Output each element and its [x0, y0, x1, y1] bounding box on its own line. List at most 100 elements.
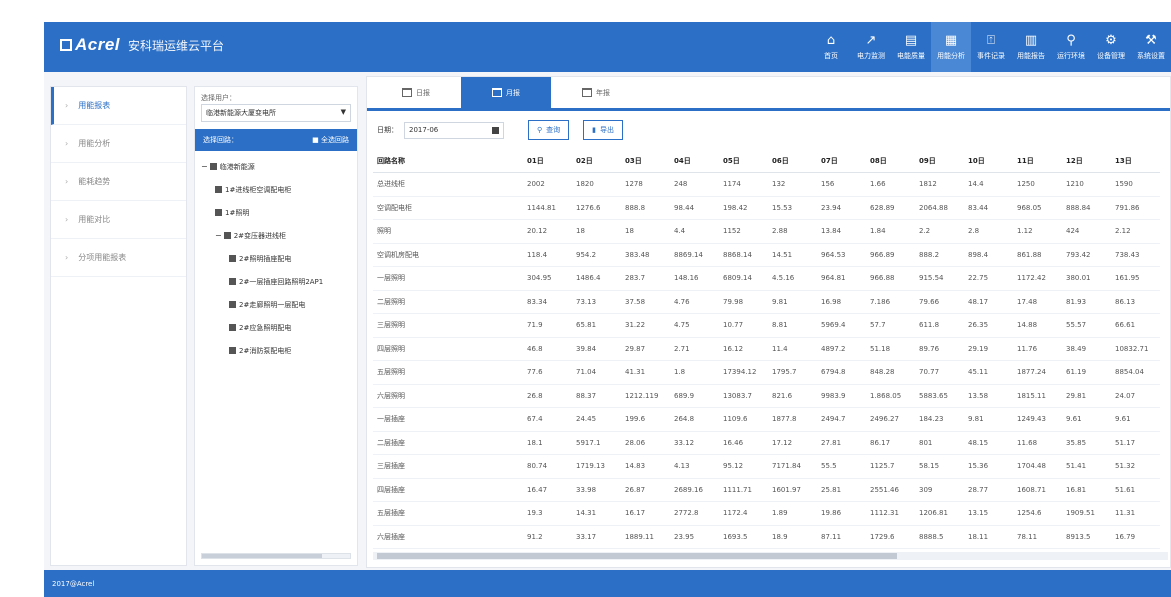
value-cell: 16.81 [1062, 478, 1111, 502]
table-row[interactable]: 空调配电柜 1144.81 1276.6 888.8 98.44 198.42 15.53 2… [373, 196, 1160, 220]
column-header[interactable]: 05日 [719, 149, 768, 173]
table-row[interactable]: 五层照明 77.6 71.04 41.31 1.8 17394.12 1795.7 6794.… [373, 360, 1160, 385]
value-cell: 8913.5 [1062, 525, 1111, 549]
nav-item-4[interactable]: ⍐ 事件记录 [971, 22, 1011, 72]
table-row[interactable]: 一层插座 67.4 24.45 199.6 264.8 1109.6 1877.8 2494.… [373, 407, 1160, 432]
tab-2[interactable]: 年报 [551, 77, 641, 108]
table-row[interactable]: 一层照明 304.95 1486.4 283.7 148.16 6809.14 4.5.16… [373, 266, 1160, 291]
sidebar-item-3[interactable]: › 用能对比 [51, 201, 186, 239]
table-row[interactable]: 二层插座 18.1 5917.1 28.06 33.12 16.46 17.12 27.81 8… [373, 431, 1160, 455]
table-row[interactable]: 空调机房配电 118.4 954.2 383.48 8869.14 8868.14 14.5… [373, 243, 1160, 267]
select-all-circuits-button[interactable]: ■ 全选回路 [312, 135, 349, 145]
user-select[interactable]: 临港新能源大厦变电所 ▼ [201, 104, 351, 122]
table-row[interactable]: 三层照明 71.9 65.81 31.22 4.75 10.77 8.81 5969.4 57.… [373, 313, 1160, 338]
tree-node[interactable]: − 2#变压器进线柜 [195, 224, 357, 247]
scrollbar-thumb[interactable] [377, 553, 897, 559]
nav-icon: ⚲ [1066, 32, 1076, 48]
tree-node[interactable]: 2#照明插座配电 [195, 247, 357, 270]
value-cell: 41.31 [621, 360, 670, 385]
nav-item-8[interactable]: ⚒ 系统设置 [1131, 22, 1171, 72]
value-cell: 793.42 [1062, 243, 1111, 267]
value-cell: 86.13 [1111, 290, 1160, 314]
nav-label: 事件记录 [977, 51, 1005, 60]
tree-horizontal-scrollbar[interactable] [201, 553, 351, 559]
tree-node[interactable]: − 临港新能源 [195, 155, 357, 178]
value-cell: 9983.9 [817, 384, 866, 408]
report-toolbar: 日期： 2017-06 ⚲ 查询 ▮ 导出 [377, 119, 623, 141]
table-row[interactable]: 六层照明 26.8 88.37 1212.119 689.9 13083.7 821.6 99… [373, 384, 1160, 408]
report-table: 回路名称 01日 02日 03日 04日 05日 06日 07日 08日 09日 10日 11日 12日… [373, 149, 1160, 549]
nav-item-0[interactable]: ⌂ 首页 [811, 22, 851, 72]
column-header[interactable]: 04日 [670, 149, 719, 173]
column-header[interactable]: 回路名称 [373, 149, 523, 173]
value-cell: 57.7 [866, 313, 915, 338]
column-header[interactable]: 01日 [523, 149, 572, 173]
table-row[interactable]: 六层插座 91.2 33.17 1889.11 23.95 1693.5 18.9 87.11… [373, 525, 1160, 549]
value-cell: 2002 [523, 172, 572, 197]
value-cell: 67.4 [523, 407, 572, 432]
nav-item-7[interactable]: ⚙ 设备管理 [1091, 22, 1131, 72]
value-cell: 2689.16 [670, 478, 719, 502]
tree-node[interactable]: 2#消防泵配电柜 [195, 339, 357, 362]
table-row[interactable]: 四层照明 46.8 39.84 29.87 2.71 16.12 11.4 4897.2 51.… [373, 337, 1160, 361]
column-header[interactable]: 10日 [964, 149, 1013, 173]
nav-item-3[interactable]: ▦ 用能分析 [931, 22, 971, 72]
value-cell: 148.16 [670, 266, 719, 291]
query-button[interactable]: ⚲ 查询 [528, 120, 570, 140]
tree-node[interactable]: 1#进线柜空调配电柜 [195, 178, 357, 201]
tree-node[interactable]: 2#一层插座回路照明2AP1 [195, 270, 357, 293]
value-cell: 17.48 [1013, 290, 1062, 314]
value-cell: 16.12 [719, 337, 768, 361]
value-cell: 27.81 [817, 431, 866, 455]
nav-item-1[interactable]: ↗ 电力监测 [851, 22, 891, 72]
report-table-wrap[interactable]: 回路名称 01日 02日 03日 04日 05日 06日 07日 08日 09日 10日 11日 12日… [373, 149, 1168, 555]
table-row[interactable]: 四层插座 16.47 33.98 26.87 2689.16 1111.71 1601.97… [373, 478, 1160, 502]
value-cell: 66.61 [1111, 313, 1160, 338]
value-cell: 198.42 [719, 196, 768, 220]
column-header[interactable]: 02日 [572, 149, 621, 173]
scrollbar-thumb[interactable] [202, 554, 322, 558]
report-tabs: 日报 月报 年报 [367, 77, 1170, 111]
column-header[interactable]: 12日 [1062, 149, 1111, 173]
tab-0[interactable]: 日报 [371, 77, 461, 108]
column-header[interactable]: 13日 [1111, 149, 1160, 173]
tree-node[interactable]: 1#照明 [195, 201, 357, 224]
tree-toggle-icon[interactable]: − [215, 231, 222, 240]
value-cell: 26.87 [621, 478, 670, 502]
date-picker[interactable]: 2017-06 [404, 121, 504, 139]
value-cell: 89.76 [915, 337, 964, 361]
sidebar-item-0[interactable]: › 用能报表 [51, 87, 186, 125]
value-cell: 424 [1062, 219, 1111, 244]
column-header[interactable]: 08日 [866, 149, 915, 173]
value-cell: 8869.14 [670, 243, 719, 267]
table-row[interactable]: 照明 20.12 18 18 4.4 1152 2.88 13.84 1.84 2.2 2.8 1.1… [373, 219, 1160, 244]
nav-item-6[interactable]: ⚲ 运行环境 [1051, 22, 1091, 72]
sidebar-item-2[interactable]: › 能耗趋势 [51, 163, 186, 201]
column-header[interactable]: 07日 [817, 149, 866, 173]
column-header[interactable]: 09日 [915, 149, 964, 173]
nav-item-2[interactable]: ▤ 电能质量 [891, 22, 931, 72]
table-row[interactable]: 三层插座 80.74 1719.13 14.83 4.13 95.12 7171.84 55.… [373, 454, 1160, 479]
table-row[interactable]: 五层插座 19.3 14.31 16.17 2772.8 1172.4 1.89 19.86 1… [373, 501, 1160, 526]
tree-node[interactable]: 2#走廊照明一层配电 [195, 293, 357, 316]
column-header[interactable]: 11日 [1013, 149, 1062, 173]
tree-toggle-icon[interactable]: − [201, 162, 208, 171]
value-cell: 16.79 [1111, 525, 1160, 549]
column-header[interactable]: 06日 [768, 149, 817, 173]
value-cell: 71.9 [523, 313, 572, 338]
value-cell: 51.61 [1111, 478, 1160, 502]
table-horizontal-scrollbar[interactable] [373, 552, 1168, 560]
export-button[interactable]: ▮ 导出 [583, 120, 623, 140]
value-cell: 2.8 [964, 219, 1013, 244]
table-row[interactable]: 总进线柜 2002 1820 1278 248 1174 132 156 1.66 1812 14.… [373, 172, 1160, 197]
nav-item-5[interactable]: ▥ 用能报告 [1011, 22, 1051, 72]
table-row[interactable]: 二层照明 83.34 73.13 37.58 4.76 79.98 9.81 16.98 7.1… [373, 290, 1160, 314]
column-header[interactable]: 03日 [621, 149, 670, 173]
sidebar-item-4[interactable]: › 分项用能报表 [51, 239, 186, 277]
value-cell: 16.47 [523, 478, 572, 502]
value-cell: 7171.84 [768, 454, 817, 479]
chevron-right-icon: › [65, 177, 69, 186]
tab-1[interactable]: 月报 [461, 77, 551, 108]
tree-node[interactable]: 2#应急照明配电 [195, 316, 357, 339]
sidebar-item-1[interactable]: › 用能分析 [51, 125, 186, 163]
